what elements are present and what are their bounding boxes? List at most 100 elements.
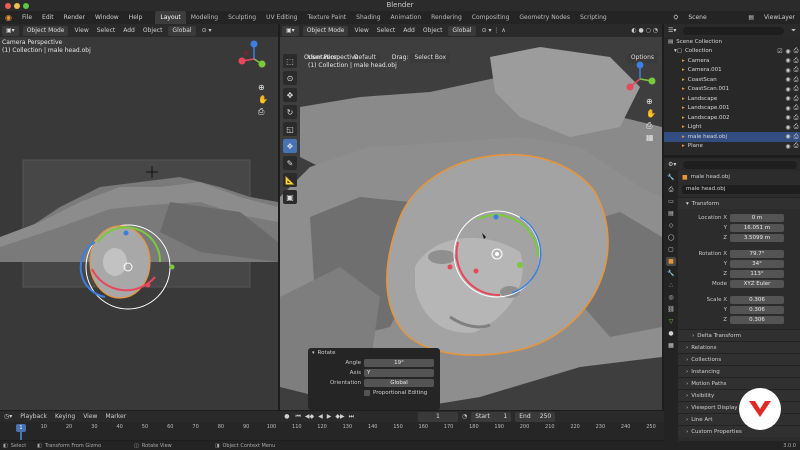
render-icon[interactable]: ⎙ bbox=[792, 66, 800, 74]
tab-modeling[interactable]: Modeling bbox=[186, 11, 223, 24]
next-key-icon[interactable]: ◆▶ bbox=[333, 413, 346, 420]
instancing-section[interactable]: › Instancing bbox=[678, 365, 800, 377]
playhead[interactable]: 1 bbox=[16, 424, 26, 432]
visibility-section[interactable]: › Visibility bbox=[678, 389, 800, 401]
menu-playback[interactable]: Playback bbox=[16, 413, 51, 420]
rotation-x-field[interactable]: 79.7° bbox=[730, 250, 784, 258]
close-window-button[interactable] bbox=[5, 3, 11, 9]
main-grid-icon[interactable]: ▦ bbox=[646, 133, 654, 142]
main-mode-select[interactable]: Object Mode bbox=[302, 25, 349, 36]
collection-eye-icon[interactable]: ◉ bbox=[784, 48, 792, 55]
data-tab-icon[interactable]: ▽ bbox=[666, 317, 676, 326]
outliner-item[interactable]: ▸ Plane ◉ ⎙ bbox=[664, 142, 800, 152]
add-cube-tool-icon[interactable]: ▣ bbox=[283, 190, 297, 204]
eye-icon[interactable]: ◉ bbox=[784, 124, 792, 131]
maximize-window-button[interactable] bbox=[23, 3, 29, 9]
jump-start-icon[interactable]: ⏮ bbox=[293, 413, 302, 421]
eye-icon[interactable]: ◉ bbox=[784, 114, 792, 121]
select-tool-icon[interactable]: ⬚ bbox=[283, 54, 297, 68]
end-frame-field[interactable]: End 250 bbox=[515, 411, 556, 422]
outliner-item[interactable]: ▸ Camera.001 ◉ ⎙ bbox=[664, 66, 800, 76]
main-menu-select[interactable]: Select bbox=[373, 27, 400, 34]
main-editor-type-icon[interactable]: ▣▾ bbox=[282, 25, 299, 36]
location-z-field[interactable]: 3.5099 m bbox=[730, 234, 784, 242]
render-icon[interactable]: ⎙ bbox=[792, 133, 800, 141]
cursor-tool-icon[interactable]: ⊙ bbox=[283, 71, 297, 85]
main-orientation-select[interactable]: Global bbox=[448, 25, 476, 36]
particles-tab-icon[interactable]: ∴ bbox=[666, 281, 676, 290]
outliner-item[interactable]: ▸ CoastScan ◉ ⎙ bbox=[664, 75, 800, 85]
left-menu-view[interactable]: View bbox=[70, 27, 92, 34]
proportional-checkbox[interactable] bbox=[364, 390, 370, 396]
redo-panel-header[interactable]: ▾ Rotate bbox=[308, 348, 440, 358]
render-icon[interactable]: ⎙ bbox=[792, 76, 800, 84]
tool-tab-icon[interactable]: 🔧 bbox=[666, 173, 676, 182]
menu-keying[interactable]: Keying bbox=[51, 413, 79, 420]
collection-checkbox-icon[interactable]: ☑ bbox=[776, 48, 784, 55]
main-pan-hand-icon[interactable]: ✋ bbox=[646, 109, 656, 118]
motion-paths-section[interactable]: › Motion Paths bbox=[678, 377, 800, 389]
menu-edit[interactable]: Edit bbox=[37, 11, 59, 24]
eye-icon[interactable]: ◉ bbox=[784, 105, 792, 112]
render-icon[interactable]: ⎙ bbox=[792, 57, 800, 65]
main-nav-gizmo-icon[interactable] bbox=[620, 59, 660, 99]
menu-window[interactable]: Window bbox=[90, 11, 124, 24]
current-frame-field[interactable]: 1 bbox=[417, 411, 458, 422]
minimize-window-button[interactable] bbox=[14, 3, 20, 9]
filter-icon[interactable]: ⏷ bbox=[787, 27, 800, 35]
render-icon[interactable]: ⎙ bbox=[792, 104, 800, 112]
left-menu-select[interactable]: Select bbox=[93, 27, 120, 34]
menu-view[interactable]: View bbox=[79, 413, 101, 420]
move-tool-icon[interactable]: ✥ bbox=[283, 88, 297, 102]
jump-end-icon[interactable]: ⏭ bbox=[347, 413, 356, 421]
material-tab-icon[interactable]: ● bbox=[666, 329, 676, 338]
properties-search-input[interactable] bbox=[683, 160, 797, 169]
rotation-y-field[interactable]: 34° bbox=[730, 260, 784, 268]
collection-camera-icon[interactable]: ⎙ bbox=[792, 47, 800, 55]
scale-x-field[interactable]: 0.306 bbox=[730, 296, 784, 304]
relations-section[interactable]: › Relations bbox=[678, 341, 800, 353]
render-icon[interactable]: ⎙ bbox=[792, 123, 800, 131]
properties-editor-icon[interactable]: ⚙▾ bbox=[664, 161, 680, 168]
prev-key-icon[interactable]: ◀◆ bbox=[303, 413, 316, 420]
delta-transform-section[interactable]: › Delta Transform bbox=[678, 329, 800, 341]
rotate-tool-icon[interactable]: ↻ bbox=[283, 105, 297, 119]
annotate-tool-icon[interactable]: ✎ bbox=[283, 156, 297, 170]
outliner-collection[interactable]: ▾▢ Collection ☑ ◉ ⎙ bbox=[664, 47, 800, 57]
left-viewport[interactable]: Camera Perspective (1) Collection | male… bbox=[0, 37, 278, 410]
redo-orientation-select[interactable]: Global bbox=[364, 379, 434, 387]
outliner-item[interactable]: ▸ Camera ◉ ⎙ bbox=[664, 56, 800, 66]
play-icon[interactable]: ▶ bbox=[325, 413, 334, 420]
object-tab-icon[interactable]: ■ bbox=[666, 257, 676, 266]
left-nav-gizmo-icon[interactable] bbox=[232, 39, 276, 79]
left-pan-hand-icon[interactable]: ✋ bbox=[258, 95, 268, 104]
render-tab-icon[interactable]: ⎙ bbox=[666, 185, 676, 194]
eye-icon[interactable]: ◉ bbox=[784, 57, 792, 64]
left-snap-icon[interactable]: ⊙ ▾ bbox=[198, 27, 216, 34]
left-menu-add[interactable]: Add bbox=[119, 27, 139, 34]
left-zoom-icon[interactable]: ⊕ bbox=[258, 83, 265, 92]
menu-file[interactable]: File bbox=[17, 11, 37, 24]
transform-tool-icon[interactable]: ❖ bbox=[283, 139, 297, 153]
location-x-field[interactable]: 0 m bbox=[730, 214, 784, 222]
play-reverse-icon[interactable]: ◀ bbox=[316, 413, 325, 420]
eye-icon[interactable]: ◉ bbox=[784, 67, 792, 74]
render-icon[interactable]: ⎙ bbox=[792, 142, 800, 150]
left-camera-icon[interactable]: ⎙ bbox=[258, 107, 264, 117]
tab-geometry-nodes[interactable]: Geometry Nodes bbox=[514, 11, 575, 24]
outliner-search-input[interactable] bbox=[683, 26, 785, 35]
outliner-item[interactable]: ▸ Landscape.002 ◉ ⎙ bbox=[664, 113, 800, 123]
drag-select[interactable]: Select Box bbox=[410, 52, 451, 63]
left-mode-select[interactable]: Object Mode bbox=[22, 25, 69, 36]
location-y-field[interactable]: 16.051 m bbox=[730, 224, 784, 232]
outliner-item-selected[interactable]: ▸ male head.obj ◉ ⎙ bbox=[664, 132, 800, 142]
eye-icon[interactable]: ◉ bbox=[784, 76, 792, 83]
viewport-shading-icons[interactable]: ◐ ● ○ ◔ bbox=[627, 27, 662, 34]
custom-properties-section[interactable]: › Custom Properties bbox=[678, 425, 800, 437]
tab-uv-editing[interactable]: UV Editing bbox=[261, 11, 302, 24]
scale-z-field[interactable]: 0.306 bbox=[730, 316, 784, 324]
editor-type-icon[interactable]: ▣▾ bbox=[2, 25, 19, 36]
world-tab-icon[interactable]: ◯ bbox=[666, 233, 676, 242]
scale-y-field[interactable]: 0.306 bbox=[730, 306, 784, 314]
render-icon[interactable]: ⎙ bbox=[792, 95, 800, 103]
